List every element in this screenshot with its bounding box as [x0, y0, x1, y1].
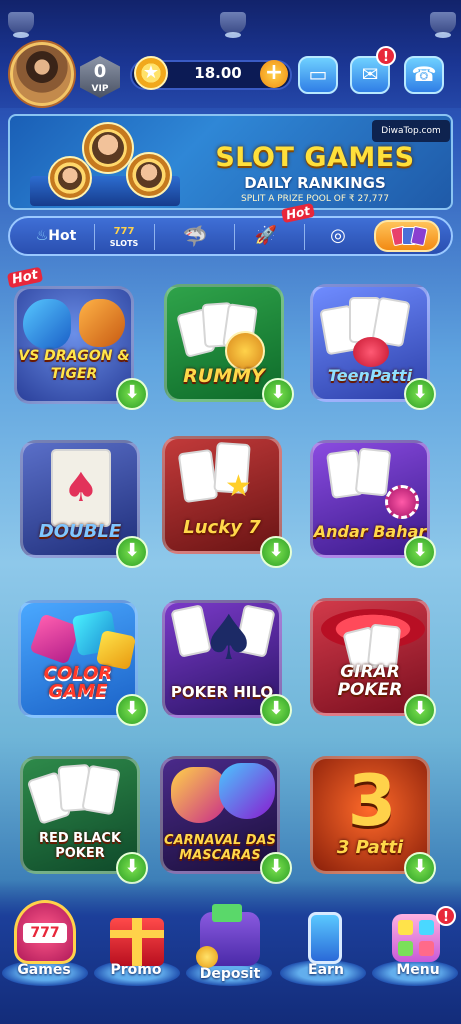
roulette-icon: ◎: [330, 225, 346, 246]
game-label: POKER HILO: [170, 683, 274, 701]
mask-icon: [219, 763, 275, 819]
download-icon[interactable]: ⬇: [404, 536, 436, 568]
brand-logo: DiwaTop.com: [372, 120, 450, 142]
spade-icon: ♠: [201, 601, 257, 674]
game-label: COLOR GAME: [43, 663, 113, 702]
wallet-icon: ▭: [308, 62, 328, 86]
spade-icon: ♠: [63, 465, 99, 511]
stage-lamp-icon: [8, 12, 34, 38]
balance-amount: 18.00: [194, 64, 242, 82]
rank-3-avatar: [126, 152, 172, 198]
game-carnaval[interactable]: CARNAVAL DAS MASCARAS: [160, 756, 280, 874]
phone-icon: [308, 912, 342, 964]
stage-lamp-icon: [430, 12, 456, 38]
wallet-button[interactable]: ▭: [298, 56, 338, 94]
tab-hot[interactable]: ♨Hot: [26, 222, 86, 250]
download-icon[interactable]: ⬇: [262, 378, 294, 410]
download-icon[interactable]: ⬇: [116, 378, 148, 410]
game-label: Lucky 7: [183, 517, 261, 538]
menu-notification-badge: !: [436, 906, 456, 926]
wallet-icon: [196, 904, 260, 968]
support-button[interactable]: ☎: [404, 56, 444, 94]
game-dragon-tiger[interactable]: VS DRAGON & TIGER: [14, 286, 134, 404]
stage-lamp-icon: [220, 12, 246, 38]
coin-icon: ★: [134, 56, 168, 90]
tiger-icon: [79, 299, 125, 347]
banner-title: SLOT GAMES: [215, 142, 415, 173]
game-label: RUMMY: [183, 365, 265, 387]
rank-1-avatar: [82, 122, 134, 174]
game-label: GIRAR POKER: [337, 662, 403, 700]
game-label: VS DRAGON & TIGER: [18, 348, 130, 382]
heart-chip-icon: [353, 337, 389, 367]
download-icon[interactable]: ⬇: [116, 694, 148, 726]
notification-badge: !: [376, 46, 396, 66]
download-icon[interactable]: ⬇: [404, 694, 436, 726]
star-icon: ★: [225, 469, 252, 504]
avatar[interactable]: [10, 42, 74, 106]
slot-machine-icon: 777: [113, 226, 135, 237]
flame-icon: ♨: [35, 228, 49, 244]
download-icon[interactable]: ⬇: [260, 536, 292, 568]
banner-subtitle: DAILY RANKINGS: [244, 174, 386, 192]
tab-cards[interactable]: [374, 220, 440, 252]
nav-promo[interactable]: Promo: [96, 962, 176, 978]
nav-menu[interactable]: Menu: [378, 962, 458, 978]
shark-icon: 🦈: [182, 224, 208, 248]
tab-fishing[interactable]: 🦈: [170, 222, 220, 250]
menu-grid-icon: [392, 914, 440, 962]
game-lucky-7[interactable]: ★ Lucky 7: [162, 436, 282, 554]
gift-icon: [110, 918, 164, 966]
support-icon: ☎: [411, 62, 437, 86]
tab-slots[interactable]: 777 SLOTS: [104, 222, 144, 250]
mail-icon: ✉: [361, 62, 379, 86]
dragon-icon: [23, 299, 71, 349]
banner-prize-pool: SPLIT A PRIZE POOL OF ₹ 27,777: [241, 194, 389, 204]
nav-deposit[interactable]: Deposit: [190, 966, 270, 982]
nav-earn[interactable]: Earn: [286, 962, 366, 978]
game-label: DOUBLE: [38, 521, 122, 542]
download-icon[interactable]: ⬇: [404, 378, 436, 410]
nav-games[interactable]: Games: [4, 962, 84, 978]
rank-2-avatar: [48, 156, 92, 200]
rocket-icon: 🚀: [254, 225, 278, 246]
number-three-icon: 3: [347, 760, 397, 842]
download-icon[interactable]: ⬇: [116, 536, 148, 568]
game-label: CARNAVAL DAS MASCARAS: [164, 833, 276, 863]
add-funds-button[interactable]: +: [260, 60, 288, 88]
slot-rankings-banner[interactable]: DiwaTop.com SLOT GAMES DAILY RANKINGS SP…: [8, 114, 453, 210]
slot-machine-icon: 777: [14, 900, 76, 964]
download-icon[interactable]: ⬇: [260, 694, 292, 726]
chip-icon: [385, 485, 419, 519]
tab-crash[interactable]: 🚀: [246, 222, 286, 250]
tab-casino[interactable]: ◎: [318, 222, 358, 250]
